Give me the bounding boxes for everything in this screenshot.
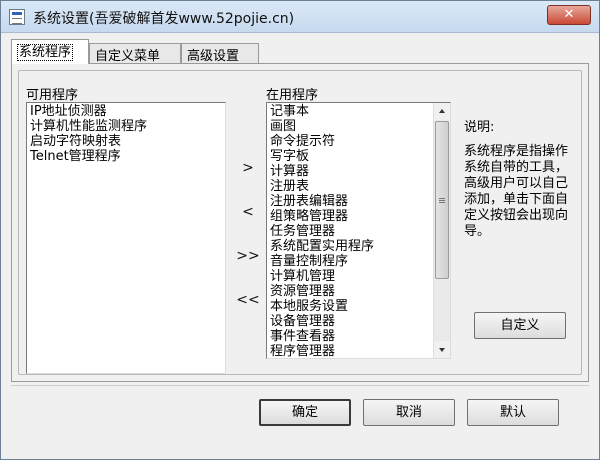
in-use-programs-label: 在用程序 [266, 88, 319, 103]
custom-button[interactable]: 自定义 [474, 312, 566, 339]
tab-label: 高级设置 [187, 49, 240, 64]
tab-label: 自定义菜单 [95, 49, 161, 64]
grip-icon [439, 198, 445, 203]
close-icon: ✕ [563, 7, 575, 22]
close-button[interactable]: ✕ [547, 5, 591, 25]
list-item[interactable]: 程序管理器 [270, 344, 450, 358]
list-item[interactable]: 资源管理器 [270, 284, 450, 299]
settings-window: 系统设置(吾爱破解首发www.52pojie.cn) ✕ 系统程序 自定义菜单 … [0, 0, 600, 460]
default-button[interactable]: 默认 [467, 399, 559, 426]
tab-label: 系统程序 [17, 44, 74, 61]
in-use-list-scrollbar[interactable] [433, 103, 450, 358]
scrollbar-thumb[interactable] [435, 121, 449, 279]
list-item[interactable]: 写字板 [270, 149, 450, 164]
tab-system-programs[interactable]: 系统程序 [11, 39, 89, 64]
ok-button[interactable]: 确定 [259, 399, 351, 426]
available-programs-list[interactable]: IP地址侦测器 计算机性能监测程序 启动字符映射表 Telnet管理程序 [26, 102, 226, 374]
list-item[interactable]: 本地服务设置 [270, 299, 450, 314]
window-title: 系统设置(吾爱破解首发www.52pojie.cn) [33, 11, 295, 27]
list-item[interactable]: Telnet管理程序 [30, 149, 225, 164]
tab-advanced-settings[interactable]: 高级设置 [181, 43, 259, 64]
list-item[interactable]: 设备管理器 [270, 314, 450, 329]
list-item[interactable]: 事件查看器 [270, 329, 450, 344]
add-all-programs-button[interactable]: >> [227, 244, 269, 268]
footer-separator [11, 385, 589, 386]
description-label: 说明: [464, 120, 495, 135]
list-item[interactable]: 注册表 [270, 179, 450, 194]
tab-custom-menu[interactable]: 自定义菜单 [89, 43, 181, 64]
list-item[interactable]: 记事本 [270, 104, 450, 119]
list-item[interactable]: 组策略管理器 [270, 209, 450, 224]
list-item[interactable]: 注册表编辑器 [270, 194, 450, 209]
remove-program-button[interactable]: < [227, 200, 269, 224]
list-item[interactable]: 任务管理器 [270, 224, 450, 239]
in-use-programs-list[interactable]: 记事本 画图 命令提示符 写字板 计算器 注册表 注册表编辑器 组策略管理器 任务管理器 系统配置… [266, 102, 451, 359]
list-item[interactable]: 计算机性能监测程序 [30, 119, 225, 134]
add-program-button[interactable]: > [227, 156, 269, 180]
list-item[interactable]: 命令提示符 [270, 134, 450, 149]
available-programs-label: 可用程序 [26, 88, 79, 103]
list-item[interactable]: 音量控制程序 [270, 254, 450, 269]
scroll-down-icon[interactable] [434, 341, 450, 358]
list-item[interactable]: 启动字符映射表 [30, 134, 225, 149]
remove-all-programs-button[interactable]: << [227, 288, 269, 312]
cancel-button[interactable]: 取消 [363, 399, 455, 426]
description-text: 系统程序是指操作系统自带的工具，高级用户可以自己添加，单击下面自定义按钮会出现向… [464, 144, 569, 239]
title-bar[interactable]: 系统设置(吾爱破解首发www.52pojie.cn) ✕ [1, 1, 599, 33]
list-item[interactable]: 画图 [270, 119, 450, 134]
list-item[interactable]: 系统配置实用程序 [270, 239, 450, 254]
list-item[interactable]: 计算器 [270, 164, 450, 179]
list-item[interactable]: 计算机管理 [270, 269, 450, 284]
settings-window-icon [9, 9, 25, 25]
list-item[interactable]: IP地址侦测器 [30, 104, 225, 119]
scroll-up-icon[interactable] [434, 103, 450, 120]
system-programs-panel: 可用程序 IP地址侦测器 计算机性能监测程序 启动字符映射表 Telnet管理程序 >… [11, 63, 589, 382]
